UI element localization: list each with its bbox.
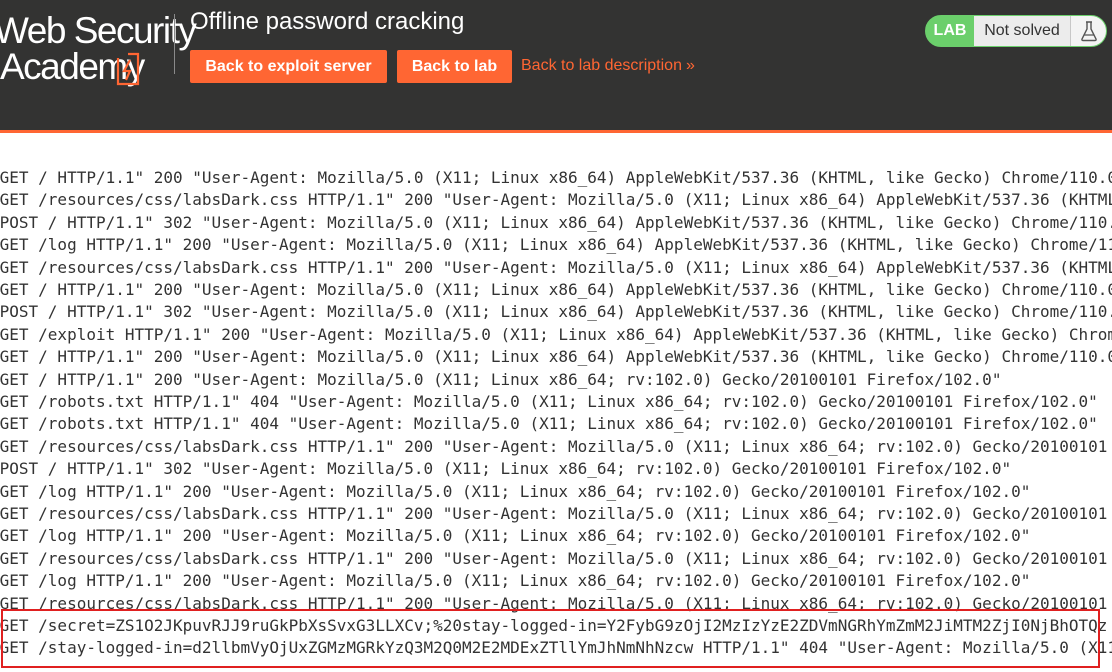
log-line: "POST / HTTP/1.1" 302 "User-Agent: Mozil… [0,302,1112,321]
back-to-lab-button[interactable]: Back to lab [397,50,512,83]
log-line: "GET /resources/css/labsDark.css HTTP/1.… [0,504,1108,523]
access-log: "GET / HTTP/1.1" 200 "User-Agent: Mozill… [0,167,1112,672]
back-to-lab-description-link[interactable]: Back to lab description» [521,57,695,75]
page-title: Offline password cracking [190,8,465,35]
web-security-academy-logo[interactable]: Web Security Academy [0,10,197,88]
lab-status-badge: LAB Not solved [925,15,1107,47]
log-line: "GET /log HTTP/1.1" 200 "User-Agent: Moz… [0,482,1031,501]
log-line: "GET / HTTP/1.1" 200 "User-Agent: Mozill… [0,280,1112,299]
log-line: "GET /resources/css/labsDark.css HTTP/1.… [0,258,1112,277]
log-line: "GET / HTTP/1.1" 200 "User-Agent: Mozill… [0,168,1112,187]
log-line: "POST / HTTP/1.1" 302 "User-Agent: Mozil… [0,213,1112,232]
logo-bolt-icon [116,52,140,86]
lab-status-text: Not solved [974,16,1070,46]
log-line: "GET /log HTTP/1.1" 200 "User-Agent: Moz… [0,526,1031,545]
header-divider [174,14,175,74]
back-to-exploit-server-button[interactable]: Back to exploit server [190,50,387,83]
log-line: "GET / HTTP/1.1" 200 "User-Agent: Mozill… [0,347,1112,366]
log-line: "GET /log HTTP/1.1" 200 "User-Agent: Moz… [0,571,1031,590]
log-line: "GET /resources/css/labsDark.css HTTP/1.… [0,549,1108,568]
lab-header: Web Security Academy Offline password cr… [0,0,1112,133]
log-line: "GET /exploit HTTP/1.1" 200 "User-Agent:… [0,325,1112,344]
log-line: "GET /log HTTP/1.1" 200 "User-Agent: Moz… [0,235,1112,254]
log-line: "GET /robots.txt HTTP/1.1" 404 "User-Age… [0,414,1098,433]
flask-icon [1081,21,1097,42]
log-line: "POST / HTTP/1.1" 302 "User-Agent: Mozil… [0,459,1012,478]
flask-icon-container [1070,16,1106,46]
logo-line-1: Web Security [0,10,197,51]
log-line: "GET / HTTP/1.1" 200 "User-Agent: Mozill… [0,370,1002,389]
secret-lines-highlight-box [1,609,1100,668]
log-line: "GET /resources/css/labsDark.css HTTP/1.… [0,190,1112,209]
log-line: "GET /robots.txt HTTP/1.1" 404 "User-Age… [0,392,1098,411]
back-to-lab-description-label: Back to lab description [521,57,682,74]
lab-label: LAB [933,22,967,39]
double-chevron-right-icon: » [685,57,695,74]
log-line: "GET /resources/css/labsDark.css HTTP/1.… [0,437,1108,456]
